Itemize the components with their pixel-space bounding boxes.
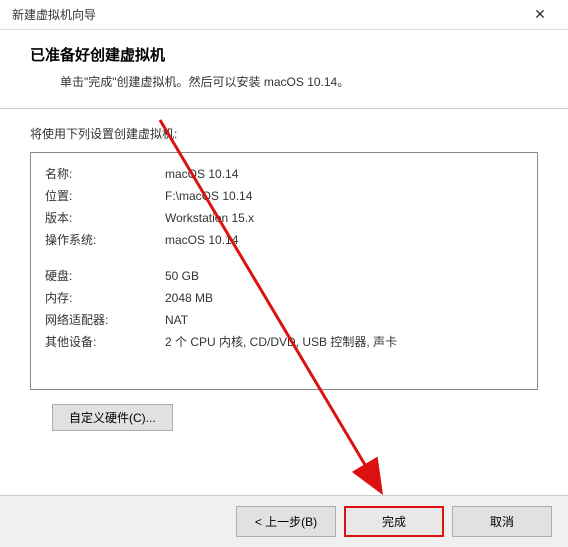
summary-row-version: 版本: Workstation 15.x [45,207,523,229]
label-os: 操作系统: [45,229,165,251]
value-disk: 50 GB [165,265,523,287]
value-location: F:\macOS 10.14 [165,185,523,207]
summary-row-location: 位置: F:\macOS 10.14 [45,185,523,207]
summary-row-os: 操作系统: macOS 10.14 [45,229,523,251]
summary-row-network: 网络适配器: NAT [45,309,523,331]
wizard-header: 已准备好创建虚拟机 单击"完成"创建虚拟机。然后可以安装 macOS 10.14… [0,30,568,108]
label-location: 位置: [45,185,165,207]
window-title: 新建虚拟机向导 [12,6,96,23]
finish-button[interactable]: 完成 [344,506,444,537]
titlebar: 新建虚拟机向导 ✕ [0,0,568,30]
label-disk: 硬盘: [45,265,165,287]
label-memory: 内存: [45,287,165,309]
value-version: Workstation 15.x [165,207,523,229]
page-title: 已准备好创建虚拟机 [30,44,538,65]
customize-hardware-button[interactable]: 自定义硬件(C)... [52,404,173,431]
close-icon: ✕ [534,6,546,23]
value-network: NAT [165,309,523,331]
value-memory: 2048 MB [165,287,523,309]
customize-row: 自定义硬件(C)... [0,390,568,431]
page-subtitle: 单击"完成"创建虚拟机。然后可以安装 macOS 10.14。 [30,73,538,90]
label-name: 名称: [45,163,165,185]
value-other: 2 个 CPU 内核, CD/DVD, USB 控制器, 声卡 [165,331,523,353]
summary-row-disk: 硬盘: 50 GB [45,265,523,287]
label-other: 其他设备: [45,331,165,353]
summary-row-other: 其他设备: 2 个 CPU 内核, CD/DVD, USB 控制器, 声卡 [45,331,523,353]
summary-row-name: 名称: macOS 10.14 [45,163,523,185]
settings-summary-box: 名称: macOS 10.14 位置: F:\macOS 10.14 版本: W… [30,152,538,390]
label-version: 版本: [45,207,165,229]
value-name: macOS 10.14 [165,163,523,185]
summary-row-memory: 内存: 2048 MB [45,287,523,309]
close-button[interactable]: ✕ [520,1,560,29]
settings-intro: 将使用下列设置创建虚拟机: [0,109,568,152]
back-button[interactable]: < 上一步(B) [236,506,336,537]
label-network: 网络适配器: [45,309,165,331]
value-os: macOS 10.14 [165,229,523,251]
wizard-footer: < 上一步(B) 完成 取消 [0,495,568,547]
cancel-button[interactable]: 取消 [452,506,552,537]
